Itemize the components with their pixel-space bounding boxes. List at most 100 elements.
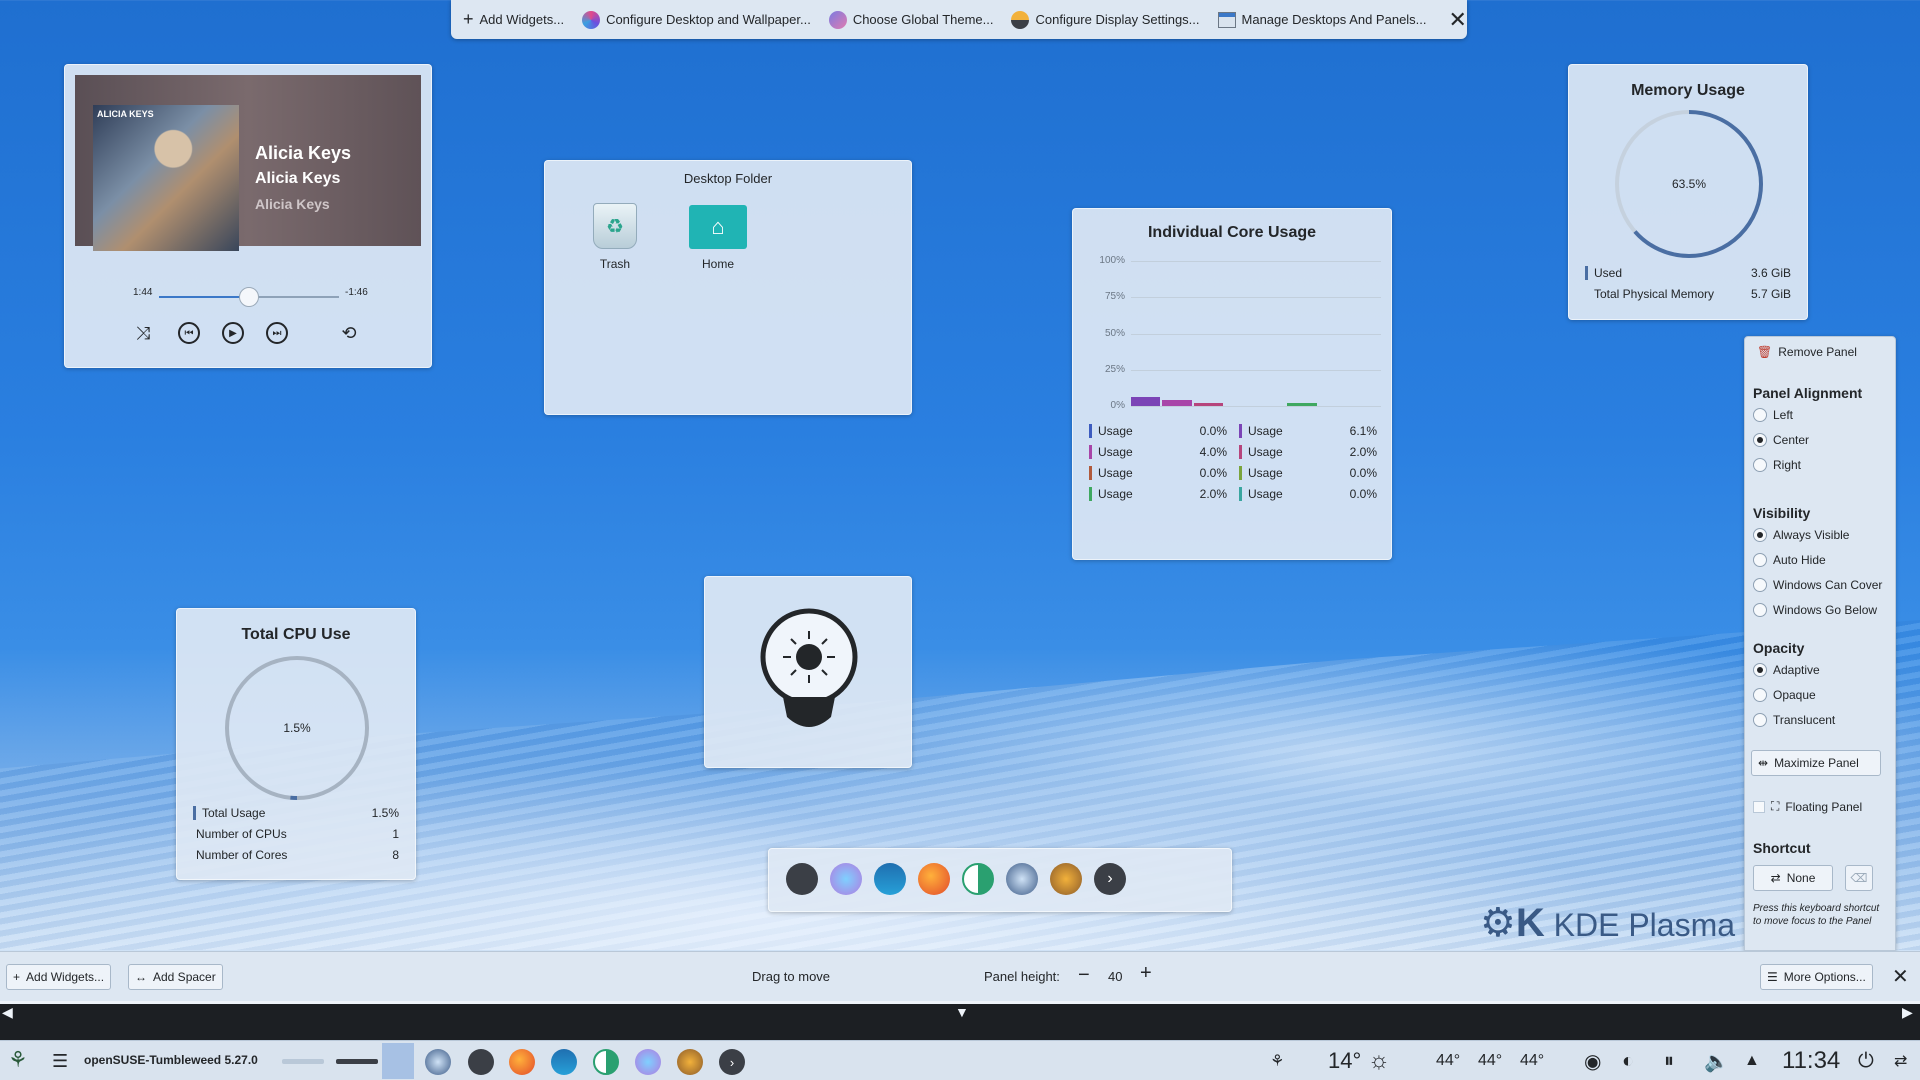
cpu-total-row: Total Usage 1.5%: [193, 806, 399, 820]
night-color-widget[interactable]: [704, 576, 912, 768]
taskbar-discover-icon[interactable]: [635, 1049, 661, 1075]
plus-icon: +: [463, 9, 474, 29]
drag-to-move-label[interactable]: Drag to move: [752, 969, 830, 984]
clock[interactable]: 11:34: [1782, 1041, 1840, 1080]
trash-icon: ♻: [593, 203, 637, 249]
shuffle-button[interactable]: ⤨: [131, 321, 155, 345]
seek-handle[interactable]: [239, 287, 259, 307]
night-color-icon[interactable]: ◐: [1622, 1041, 1634, 1080]
taskbar-firefox-icon[interactable]: [509, 1049, 535, 1075]
align-left-radio[interactable]: Left: [1753, 408, 1793, 422]
app-icon-blue[interactable]: [1006, 863, 1038, 895]
previous-button[interactable]: ⏮: [177, 321, 201, 345]
increase-height-button[interactable]: +: [1140, 962, 1152, 985]
panel-height-label: Panel height:: [984, 969, 1060, 984]
pause-icon[interactable]: ⏸: [1664, 1041, 1674, 1080]
gimp-icon[interactable]: [1050, 863, 1082, 895]
remove-panel-button[interactable]: 🗑 Remove Panel: [1751, 345, 1863, 359]
taskbar-app-1-icon[interactable]: [425, 1049, 451, 1075]
center-handle[interactable]: ▼: [955, 1004, 969, 1020]
windows-go-below-radio[interactable]: Windows Go Below: [1753, 603, 1877, 617]
cpu-percent: 1.5%: [283, 721, 311, 735]
panel-ruler[interactable]: ◀ ▼ ▶: [0, 1001, 1920, 1040]
windows-can-cover-radio[interactable]: Windows Can Cover: [1753, 578, 1882, 592]
weather-temp[interactable]: 14°: [1328, 1041, 1361, 1080]
core-grid-line: [1131, 261, 1381, 262]
shuffle-icon: ⤨: [135, 322, 151, 343]
opaque-radio[interactable]: Opaque: [1753, 688, 1816, 702]
app-launcher-icon[interactable]: ⚘: [8, 1047, 28, 1073]
add-widgets-button[interactable]: + Add Widgets...: [463, 9, 564, 30]
tray-expand-icon[interactable]: ▲: [1744, 1041, 1760, 1080]
pager-desktop-1[interactable]: [282, 1059, 324, 1064]
sensor-temp-3[interactable]: 44°: [1520, 1041, 1544, 1080]
global-theme-button[interactable]: Choose Global Theme...: [828, 10, 993, 29]
next-button[interactable]: ⏭: [265, 321, 289, 345]
power-icon[interactable]: ⏻: [1858, 1041, 1874, 1080]
decrease-height-button[interactable]: −: [1078, 964, 1090, 987]
panel-height-value[interactable]: 40: [1108, 969, 1122, 984]
auto-hide-radio[interactable]: Auto Hide: [1753, 553, 1826, 567]
translucent-radio[interactable]: Translucent: [1753, 713, 1835, 727]
repeat-button[interactable]: ⟲: [337, 321, 361, 345]
floating-panel-checkbox[interactable]: ⛶ Floating Panel: [1753, 799, 1862, 814]
manage-desktops-button[interactable]: Manage Desktops And Panels...: [1217, 11, 1427, 28]
close-edit-icon[interactable]: ✕: [1892, 964, 1909, 989]
volume-icon[interactable]: 🔈: [1704, 1041, 1729, 1080]
taskbar-gimp-icon[interactable]: [677, 1049, 703, 1075]
core-bar: [1193, 403, 1223, 406]
left-edge-handle[interactable]: ◀: [2, 1004, 13, 1021]
chevron-right-icon[interactable]: ›: [1094, 863, 1126, 895]
track-album: Alicia Keys: [255, 196, 330, 212]
taskbar-settings-icon[interactable]: [468, 1049, 494, 1075]
adaptive-radio[interactable]: Adaptive: [1753, 663, 1820, 677]
weather-sun-icon: ☼: [1368, 1047, 1390, 1074]
align-center-radio[interactable]: Center: [1753, 433, 1809, 447]
floating-icon: ⛶: [1771, 799, 1780, 813]
alignment-heading: Panel Alignment: [1753, 385, 1863, 401]
discover-icon[interactable]: [830, 863, 862, 895]
configure-desktop-button[interactable]: Configure Desktop and Wallpaper...: [582, 10, 811, 29]
record-icon[interactable]: ◉: [1584, 1041, 1601, 1080]
window-list-icon[interactable]: ☰: [52, 1051, 68, 1072]
track-artist: Alicia Keys: [255, 170, 341, 187]
distro-label: openSUSE-Tumbleweed 5.27.0: [84, 1053, 258, 1067]
always-visible-radio[interactable]: Always Visible: [1753, 528, 1849, 542]
panel-config-icon[interactable]: ⇄: [1894, 1041, 1907, 1080]
core-usage-title: Individual Core Usage: [1147, 224, 1317, 241]
taskbar-app-green-icon[interactable]: [593, 1049, 619, 1075]
taskbar-dolphin-icon[interactable]: [551, 1049, 577, 1075]
more-options-button[interactable]: ☰ More Options...: [1760, 964, 1873, 990]
clear-shortcut-button[interactable]: ⌫: [1845, 865, 1873, 891]
shortcut-none-button[interactable]: ⇄ None: [1753, 865, 1833, 891]
desktop-edit-toolbar: + Add Widgets... Configure Desktop and Wa…: [451, 0, 1467, 39]
core-grid-line: [1131, 369, 1381, 371]
pager-desktop-2[interactable]: [336, 1059, 378, 1064]
right-edge-handle[interactable]: ▶: [1902, 1004, 1913, 1021]
home-item[interactable]: ⌂ Home: [683, 205, 753, 271]
memory-percent: 63.5%: [1672, 177, 1706, 191]
system-settings-icon[interactable]: [786, 863, 818, 895]
bottom-panel: ⚘ ☰ openSUSE-Tumbleweed 5.27.0 › ⚘ 14° ☼…: [0, 1040, 1920, 1080]
display-settings-button[interactable]: Configure Display Settings...: [1011, 10, 1200, 29]
pager-desktop-3[interactable]: [382, 1043, 414, 1079]
add-spacer-button[interactable]: ↔ Add Spacer: [128, 964, 223, 990]
play-button[interactable]: ▶: [221, 321, 245, 345]
core-usage-widget: Individual Core Usage 100% 75% 50% 25% 0% Us…: [1072, 208, 1392, 560]
firefox-icon[interactable]: [918, 863, 950, 895]
display-icon: [1011, 10, 1030, 29]
media-player-widget: ALICIA KEYS Alicia Keys Alicia Keys Alic…: [64, 64, 432, 368]
sensor-temp-2[interactable]: 44°: [1478, 1041, 1502, 1080]
dolphin-icon[interactable]: [874, 863, 906, 895]
maximize-panel-button[interactable]: ⇹ Maximize Panel: [1751, 750, 1881, 776]
app-icon-green[interactable]: [962, 863, 994, 895]
core-bar: [1162, 400, 1192, 406]
taskbar-chevron-icon[interactable]: ›: [719, 1049, 745, 1075]
tray-plant-icon[interactable]: ⚘: [1270, 1041, 1284, 1080]
sensor-temp-1[interactable]: 44°: [1436, 1041, 1460, 1080]
core-grid-line: [1131, 297, 1381, 299]
panel-add-widgets-button[interactable]: + Add Widgets...: [6, 964, 112, 990]
trash-item[interactable]: ♻ Trash: [585, 203, 645, 271]
close-icon[interactable]: ✕: [1449, 7, 1467, 33]
align-right-radio[interactable]: Right: [1753, 458, 1801, 472]
